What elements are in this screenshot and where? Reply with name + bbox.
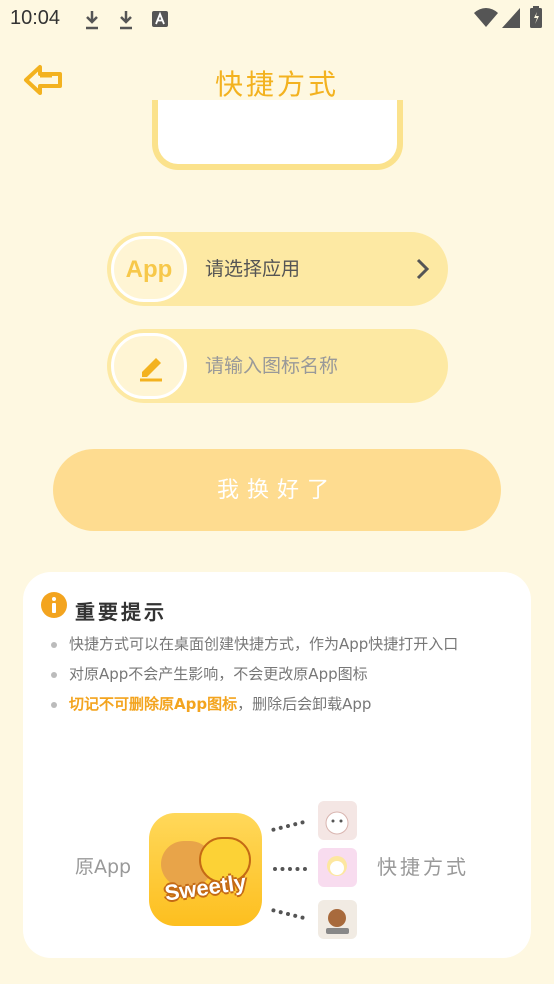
shortcut-thumbnail: [318, 900, 357, 939]
connector-dots: [271, 907, 305, 921]
chevron-right-icon: [416, 258, 430, 280]
connector-dots: [273, 867, 307, 871]
shortcut-thumbnail: [318, 801, 357, 840]
tip-item: 快捷方式可以在桌面创建快捷方式，作为App快捷打开入口: [51, 632, 521, 657]
tips-list: 快捷方式可以在桌面创建快捷方式，作为App快捷打开入口 对原App不会产生影响，…: [51, 632, 521, 722]
info-icon: [41, 592, 67, 618]
download-icon: [86, 11, 98, 30]
app-badge-text: App: [125, 256, 173, 283]
tip-item: 对原App不会产生影响，不会更改原App图标: [51, 662, 521, 687]
shortcut-thumbnail: [318, 848, 357, 887]
icon-preview-frame: [152, 100, 403, 170]
pencil-icon: [140, 358, 162, 382]
edit-badge: [111, 333, 187, 399]
select-app-button[interactable]: App 请选择应用: [107, 232, 448, 306]
icon-name-placeholder: 请输入图标名称: [205, 355, 339, 377]
icon-name-field[interactable]: 请输入图标名称: [107, 329, 448, 403]
connector-dots: [271, 819, 305, 833]
status-time: 10:04: [10, 7, 61, 29]
tips-card: 重要提示 快捷方式可以在桌面创建快捷方式，作为App快捷打开入口 对原App不会…: [23, 572, 531, 958]
original-app-label: 原App: [75, 856, 132, 878]
confirm-button[interactable]: 我换好了: [53, 449, 501, 531]
download-icon: [120, 11, 132, 30]
wifi-icon: [474, 8, 498, 27]
shortcut-label: 快捷方式: [377, 855, 469, 879]
app-icon: Sweetly: [149, 813, 262, 926]
tips-title: 重要提示: [75, 600, 167, 624]
status-bar: 10:04: [0, 0, 554, 38]
app-badge: App: [111, 236, 187, 302]
tip-warning: 切记不可删除原App图标，删除后会卸载App: [51, 692, 521, 717]
font-icon: [152, 11, 168, 27]
battery-icon: [530, 6, 542, 28]
page-title: 快捷方式: [214, 68, 339, 101]
select-app-label: 请选择应用: [205, 258, 301, 280]
signal-icon: [502, 8, 520, 28]
